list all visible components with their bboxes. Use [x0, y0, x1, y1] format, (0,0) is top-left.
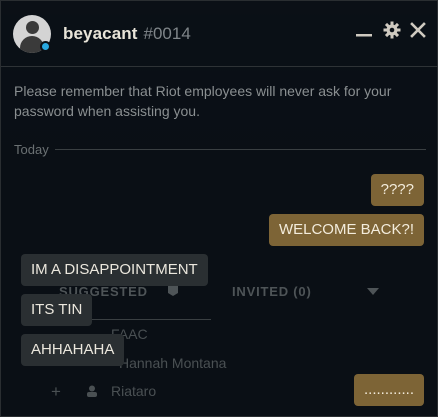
message-outgoing: ????: [370, 174, 424, 206]
close-icon[interactable]: [409, 21, 427, 39]
suggested-friend-name: Hannah Montana: [119, 355, 227, 371]
user-tag: #0014: [143, 23, 191, 43]
chevron-down-icon[interactable]: [367, 288, 379, 296]
chat-window: beyacant #0014 Please remember that Riot…: [0, 0, 438, 417]
date-divider: Today: [14, 142, 426, 157]
add-friend-icon[interactable]: +: [51, 382, 61, 402]
info-icon: [168, 286, 178, 296]
tab-invited[interactable]: INVITED (0): [232, 284, 312, 299]
message-incoming: IM A DISAPPOINTMENT: [21, 254, 208, 286]
avatar-silhouette-head: [26, 20, 39, 34]
gear-icon[interactable]: [383, 21, 401, 39]
message-incoming: AHHAHAHA: [21, 334, 125, 366]
online-status-icon: [40, 41, 51, 52]
username: beyacant: [63, 23, 138, 43]
date-divider-line: [54, 149, 426, 150]
person-icon: [87, 385, 97, 397]
minimize-icon[interactable]: [355, 23, 373, 41]
message-outgoing: ............: [353, 374, 424, 406]
message-outgoing: WELCOME BACK?!: [268, 214, 424, 246]
security-notice: Please remember that Riot employees will…: [14, 83, 392, 119]
suggested-friend-name: Riataro: [111, 383, 157, 399]
message-incoming: ITS TIN: [21, 294, 93, 326]
date-divider-label: Today: [14, 142, 49, 157]
